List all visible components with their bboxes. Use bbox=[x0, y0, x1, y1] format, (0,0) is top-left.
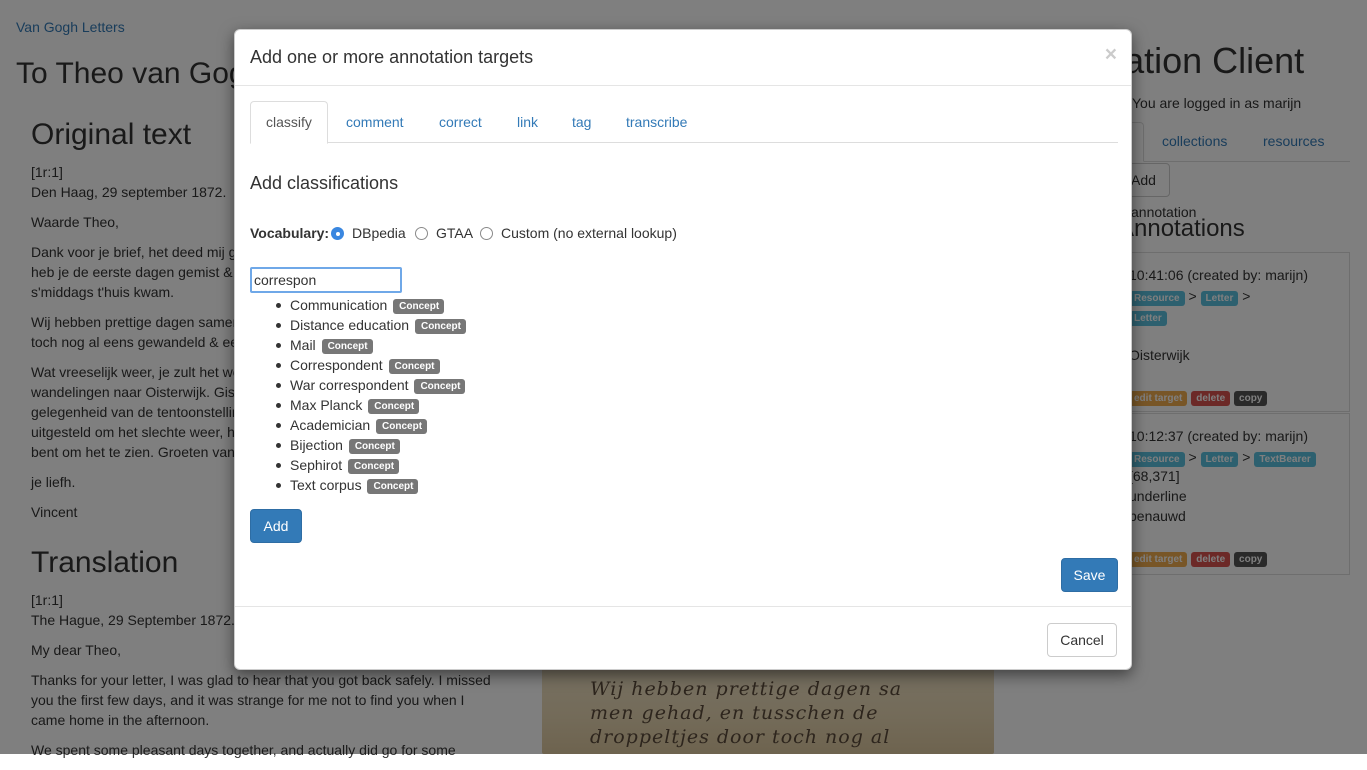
suggestion-item[interactable]: Distance education Concept bbox=[276, 315, 466, 335]
concept-badge: Concept bbox=[414, 319, 466, 334]
suggestion-item[interactable]: Mail Concept bbox=[276, 335, 466, 355]
tab-correct[interactable]: correct bbox=[424, 101, 497, 143]
radio-gtaa[interactable] bbox=[415, 227, 428, 240]
vocabulary-label: Vocabulary: bbox=[250, 225, 330, 241]
tab-classify[interactable]: classify bbox=[250, 101, 328, 144]
suggestion-item[interactable]: Correspondent Concept bbox=[276, 355, 466, 375]
suggestion-item[interactable]: Communication Concept bbox=[276, 295, 466, 315]
concept-badge: Concept bbox=[348, 439, 400, 454]
tab-comment[interactable]: comment bbox=[331, 101, 419, 143]
suggestion-list: Communication Concept Distance education… bbox=[276, 295, 466, 495]
modal-title: Add one or more annotation targets bbox=[250, 47, 534, 67]
radio-dbpedia[interactable] bbox=[331, 227, 344, 240]
radio-label[interactable]: DBpedia bbox=[352, 225, 406, 241]
concept-badge: Concept bbox=[414, 379, 466, 394]
concept-badge: Concept bbox=[368, 399, 420, 414]
suggestion-item[interactable]: Sephirot Concept bbox=[276, 455, 466, 475]
annotation-type-tabs: classify comment correct link tag transc… bbox=[250, 101, 1118, 144]
suggestion-item[interactable]: Max Planck Concept bbox=[276, 395, 466, 415]
cancel-button[interactable]: Cancel bbox=[1047, 623, 1117, 657]
concept-badge: Concept bbox=[348, 459, 400, 474]
suggestion-item[interactable]: Text corpus Concept bbox=[276, 475, 466, 495]
annotation-target-modal: Add one or more annotation targets × cla… bbox=[234, 29, 1132, 670]
close-icon[interactable]: × bbox=[1105, 44, 1117, 65]
classification-search-input[interactable] bbox=[250, 267, 402, 293]
save-button[interactable]: Save bbox=[1061, 558, 1118, 592]
modal-footer: Cancel bbox=[235, 606, 1131, 671]
section-title: Add classifications bbox=[250, 173, 399, 193]
tab-transcribe[interactable]: transcribe bbox=[611, 101, 702, 143]
modal-header: Add one or more annotation targets × bbox=[235, 30, 1131, 86]
add-button[interactable]: Add bbox=[250, 509, 302, 543]
concept-badge: Concept bbox=[376, 419, 428, 434]
suggestion-item[interactable]: War correspondent Concept bbox=[276, 375, 466, 395]
radio-custom[interactable] bbox=[480, 227, 493, 240]
tab-tag[interactable]: tag bbox=[557, 101, 606, 143]
radio-label[interactable]: GTAA bbox=[436, 225, 473, 241]
suggestion-item[interactable]: Bijection Concept bbox=[276, 435, 466, 455]
concept-badge: Concept bbox=[321, 339, 373, 354]
concept-badge: Concept bbox=[393, 299, 445, 314]
suggestion-item[interactable]: Academician Concept bbox=[276, 415, 466, 435]
radio-label[interactable]: Custom (no external lookup) bbox=[501, 225, 677, 241]
concept-badge: Concept bbox=[388, 359, 440, 374]
tab-link[interactable]: link bbox=[502, 101, 553, 143]
concept-badge: Concept bbox=[367, 479, 419, 494]
